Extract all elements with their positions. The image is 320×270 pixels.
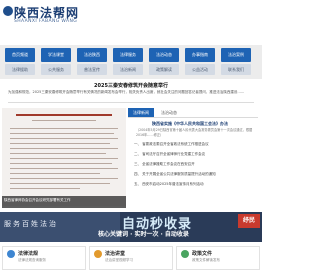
news-lead-description: （2004年5月29日陕西省第十届人民代表大会常务委员会第十一次会议通过，根据2… <box>136 128 253 137</box>
law-book-icon <box>7 250 15 258</box>
banner-slogan: 核心关键词 · 实时一次 · 自动收录 <box>98 231 189 238</box>
nav-item-news[interactable]: 法治动态 <box>149 48 179 62</box>
site-emblem-icon[interactable] <box>3 6 13 16</box>
news-item-text: 五、 西安市启动2025年普法宣传月系列活动 <box>134 182 204 186</box>
site-logo-subtitle: SHAANXI FABANG WANG <box>14 19 78 24</box>
news-item-text: 三、 全省法律援助工作会议在西安召开 <box>134 162 195 166</box>
lecture-icon <box>94 250 102 258</box>
news-list-item[interactable]: 二、 省司法厅召开全省律师行业党建工作会议 <box>134 152 258 157</box>
nav-item-shaanxi[interactable]: 法治陕西 <box>77 48 107 62</box>
quick-link-title: 法治讲堂 <box>105 251 126 257</box>
nav-item-study[interactable]: 学法课堂 <box>41 48 71 62</box>
quick-link-title: 政策文件 <box>192 251 213 257</box>
subnav-item-policy[interactable]: 政策解读 <box>149 64 179 75</box>
news-list-item[interactable]: 五、 西安市启动2025年普法宣传月系列活动 <box>134 182 258 187</box>
headline-title[interactable]: 2025三秦安春修筑开会随意举行 <box>0 82 262 89</box>
subnav-item-contact[interactable]: 联系我们 <box>221 64 251 75</box>
news-list-item[interactable]: 一、 省委政法委召开全省政法系统工作推进会议 <box>134 142 258 147</box>
featured-caption[interactable]: 陕西省律师协会召开会议研究部署有关工作 <box>4 198 114 203</box>
news-list-item[interactable]: 四、 关于开展全省公共法律服务质量提升活动的通知 <box>134 172 258 177</box>
quick-link-subtitle: 法治讲堂视频学习 <box>105 258 133 262</box>
featured-document-image[interactable] <box>2 108 126 206</box>
tab-law-news[interactable]: 法律新闻 <box>128 108 154 117</box>
subnav-item-public[interactable]: 公共服务 <box>41 64 71 75</box>
quick-link-subtitle: 政策文件解读发布 <box>192 258 220 262</box>
news-list-item[interactable]: 三、 全省法律援助工作会议在西安召开 <box>134 162 258 167</box>
quick-link-subtitle: 法律法规查询服务 <box>18 258 46 262</box>
headline-description: 为加强和规范，2025三秦安春修筑开会随意举行有关情况的新闻发布会举行，相关负责… <box>8 90 245 94</box>
banner-badge[interactable]: 纾民 <box>238 214 260 228</box>
subnav-item-aid[interactable]: 法律援助 <box>5 64 35 75</box>
section-divider <box>8 102 254 103</box>
subnav-item-charity[interactable]: 公益活动 <box>185 64 215 75</box>
nav-item-cases[interactable]: 法治案例 <box>221 48 251 62</box>
nav-item-service[interactable]: 法律服务 <box>113 48 143 62</box>
subnav-item-promo[interactable]: 普法宣传 <box>77 64 107 75</box>
news-item-text: 一、 省委政法委召开全省政法系统工作推进会议 <box>134 142 209 146</box>
subnav-item-news[interactable]: 法治新闻 <box>113 64 143 75</box>
news-item-text: 二、 省司法厅召开全省律师行业党建工作会议 <box>134 152 206 156</box>
banner-left-text: 服务百姓法治 <box>4 220 58 228</box>
tab-law-updates[interactable]: 法治动态 <box>156 108 182 117</box>
quick-link-title: 法律法规 <box>18 251 39 257</box>
nav-item-home[interactable]: 首页频道 <box>5 48 35 62</box>
document-icon <box>181 250 189 258</box>
news-item-text: 四、 关于开展全省公共法律服务质量提升活动的通知 <box>134 172 216 176</box>
news-lead-title[interactable]: 陕西省实施《中华人民共和国工会法》办法 <box>152 121 228 127</box>
nav-item-guide[interactable]: 办事指南 <box>185 48 215 62</box>
